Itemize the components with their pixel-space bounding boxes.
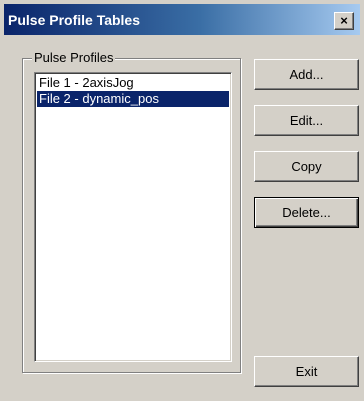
close-button[interactable]: ×: [334, 12, 354, 30]
delete-button[interactable]: Delete...: [254, 197, 359, 228]
window-title: Pulse Profile Tables: [8, 12, 141, 28]
copy-button[interactable]: Copy: [254, 151, 359, 182]
list-item-selected[interactable]: File 2 - dynamic_pos: [37, 91, 229, 107]
group-label: Pulse Profiles: [32, 50, 116, 65]
title-bar[interactable]: Pulse Profile Tables ×: [4, 4, 360, 35]
pulse-profiles-list[interactable]: File 1 - 2axisJog File 2 - dynamic_pos: [34, 72, 232, 362]
edit-button[interactable]: Edit...: [254, 105, 359, 136]
add-button[interactable]: Add...: [254, 59, 359, 90]
pulse-profile-tables-dialog: Pulse Profile Tables × Pulse Profiles Fi…: [0, 0, 364, 401]
list-item[interactable]: File 1 - 2axisJog: [37, 75, 229, 91]
exit-button[interactable]: Exit: [254, 356, 359, 387]
close-icon: ×: [340, 13, 348, 28]
